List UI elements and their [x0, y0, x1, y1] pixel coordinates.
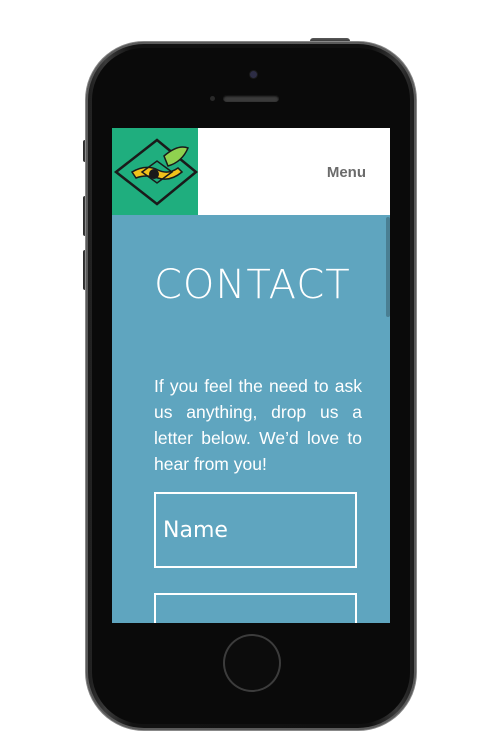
second-field-box — [154, 593, 357, 623]
page-title: CONTACT — [154, 262, 351, 308]
site-logo[interactable] — [112, 128, 198, 215]
earpiece-speaker — [223, 95, 279, 102]
scrollbar[interactable] — [385, 215, 390, 623]
home-button[interactable] — [225, 636, 279, 690]
proximity-sensor — [210, 96, 215, 101]
contact-section: CONTACT If you feel the need to ask us a… — [112, 215, 390, 623]
scrollbar-thumb[interactable] — [386, 217, 390, 317]
canvas: Menu CONTACT If you feel the need to ask… — [0, 0, 500, 750]
intro-text: If you feel the need to ask us anything,… — [154, 376, 362, 474]
emblem-diamond-icon — [113, 138, 198, 206]
second-input[interactable] — [156, 595, 355, 623]
name-input[interactable] — [156, 494, 355, 566]
site-header: Menu — [112, 128, 390, 215]
front-camera — [250, 71, 257, 78]
name-field-box — [154, 492, 357, 568]
screen: Menu CONTACT If you feel the need to ask… — [112, 128, 390, 623]
menu-button[interactable]: Menu — [327, 164, 366, 181]
